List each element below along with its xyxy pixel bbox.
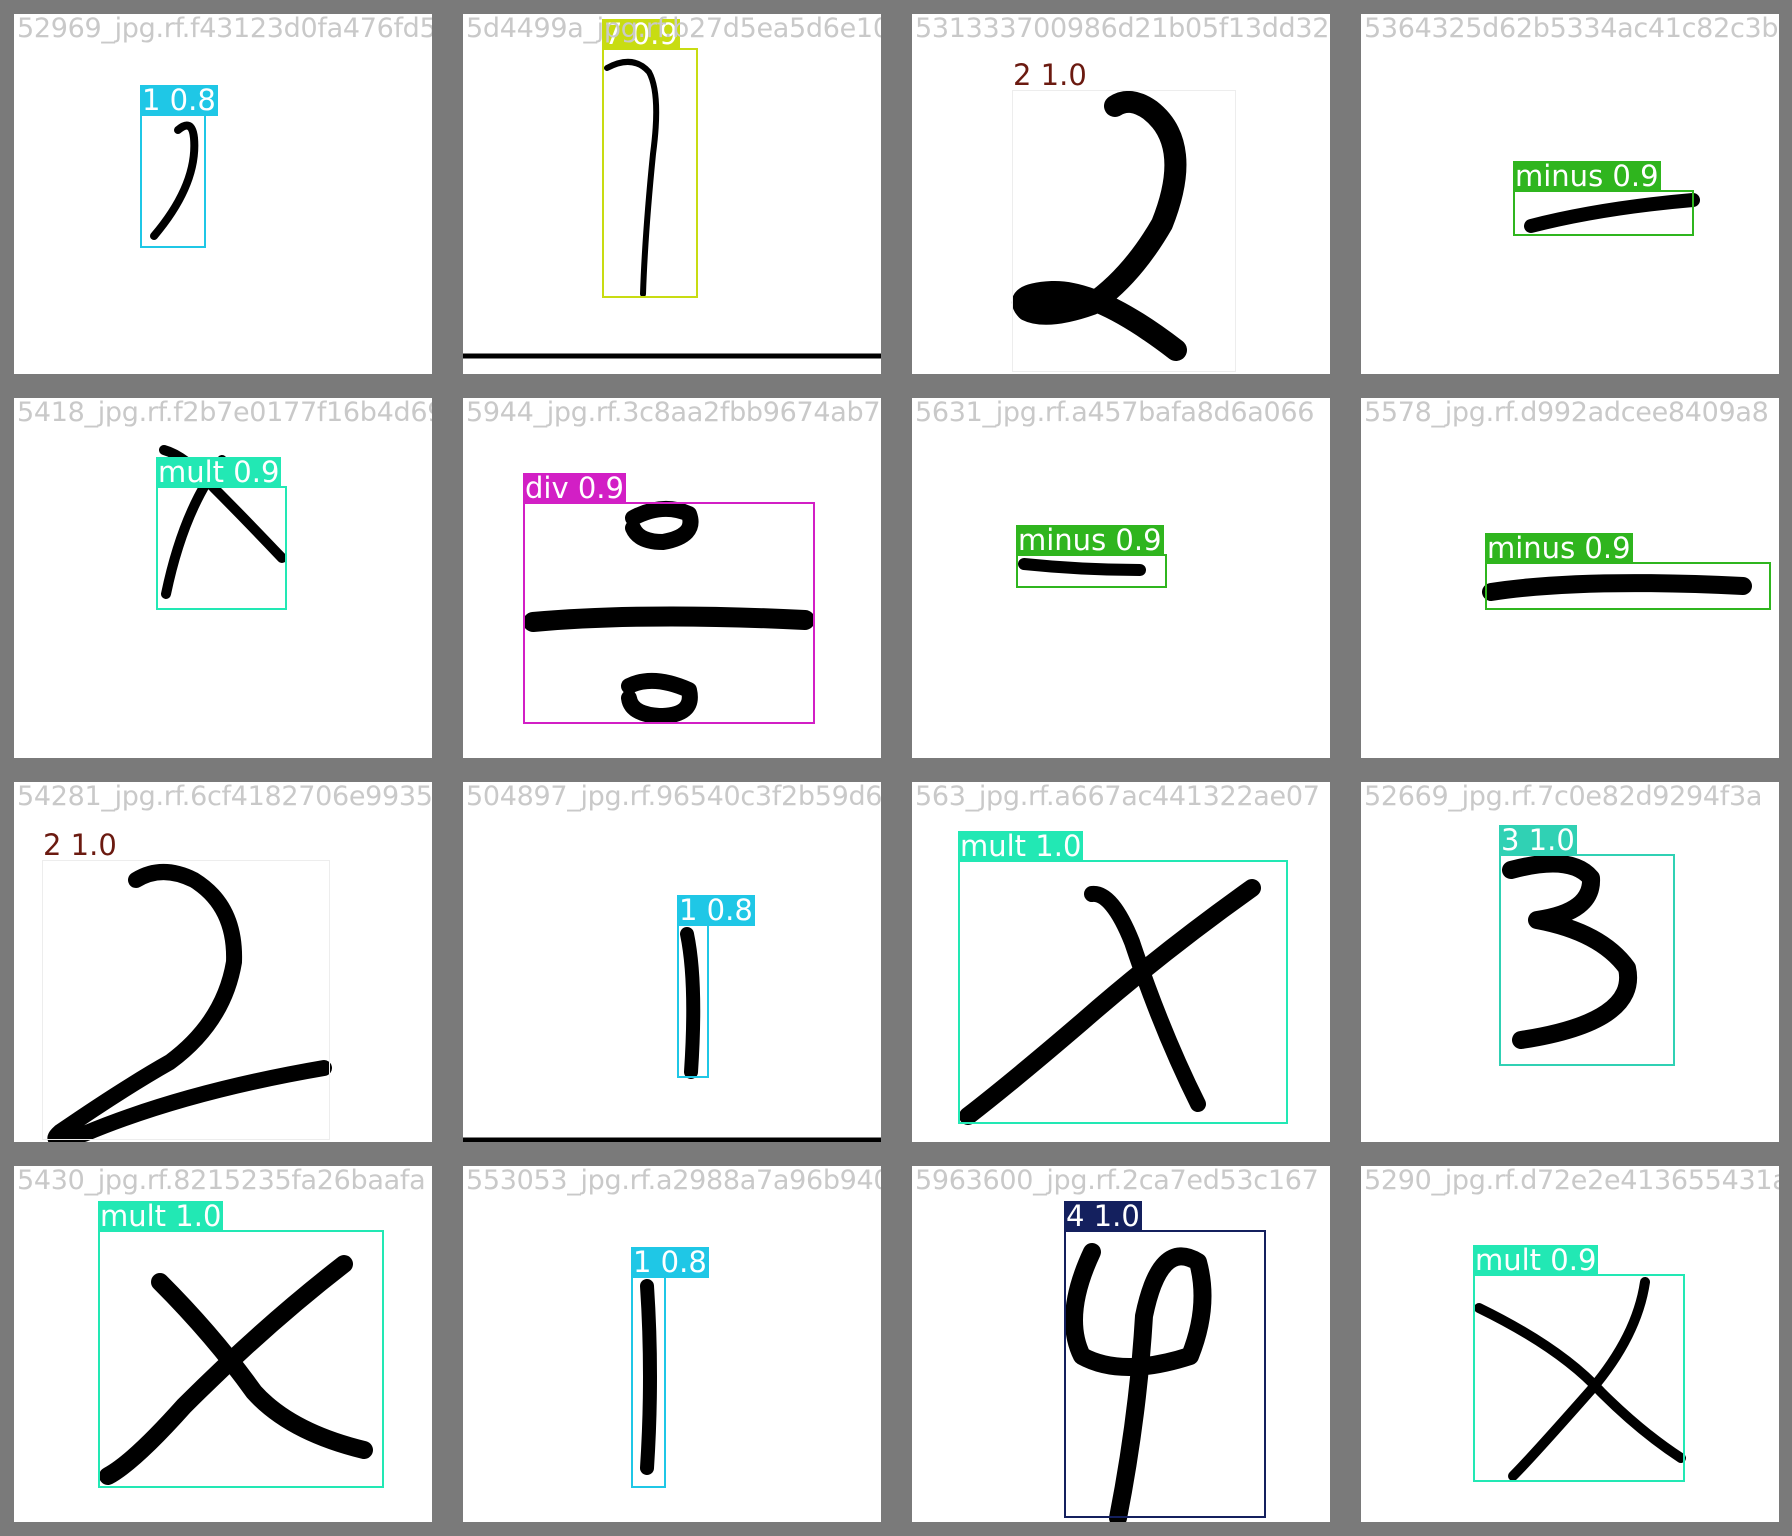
grid-tile: 5944_jpg.rf.3c8aa2fbb9674ab7563 div 0.9 [463,398,881,758]
detection-label: minus 0.9 [1016,523,1164,557]
detection-box: mult 1.0 [958,831,1288,1124]
grid-tile: 54281_jpg.rf.6cf4182706e9935 2 1.0 [14,782,432,1142]
detection-box: mult 0.9 [1473,1245,1685,1482]
detection-label: mult 1.0 [958,829,1084,863]
detection-label: 4 1.0 [1064,1199,1142,1233]
detection-box: 2 1.0 [1012,60,1236,372]
detection-label: mult 0.9 [156,455,282,489]
grid-tile: 5430_jpg.rf.8215235fa26baafa mult 1.0 [14,1166,432,1522]
grid-tile: 553053_jpg.rf.a2988a7a96b940 1 0.8 [463,1166,881,1522]
tile-filename: 52669_jpg.rf.7c0e82d9294f3a [1364,782,1763,812]
grid-tile: 531333700986d21b05f13dd329c34 2 1.0 [912,14,1330,374]
handwritten-digit-1 [150,121,199,240]
detection-label: 2 1.0 [1013,58,1087,92]
detection-label: div 0.9 [523,471,626,505]
handwritten-digit-1 [463,927,881,1142]
tile-filename: 553053_jpg.rf.a2988a7a96b940 [466,1166,881,1196]
tile-filename: 5963600_jpg.rf.2ca7ed53c167 [915,1166,1319,1196]
tile-filename: 52969_jpg.rf.f43123d0fa476fd5b4998 [17,14,432,44]
detection-box: 2 1.0 [42,830,330,1140]
tile-filename: 5418_jpg.rf.f2b7e0177f16b4d69944 [17,398,432,428]
tile-filename: 5944_jpg.rf.3c8aa2fbb9674ab7563 [466,398,881,428]
detection-label: 1 0.8 [631,1245,709,1279]
tile-filename: 5d4499a_jpg.rf.b27d5ea5d6e10bf5c633c [466,14,881,44]
grid-tile: 5631_jpg.rf.a457bafa8d6a066 minus 0.9 [912,398,1330,758]
detection-label: 1 0.8 [677,893,755,927]
tile-filename: 5631_jpg.rf.a457bafa8d6a066 [915,398,1315,428]
handwritten-digit-1 [640,1279,657,1475]
detection-box: minus 0.9 [1485,533,1771,610]
tile-filename: 54281_jpg.rf.6cf4182706e9935 [17,782,432,812]
detection-box: 4 1.0 [1064,1201,1266,1518]
grid-tile: 5418_jpg.rf.f2b7e0177f16b4d69944 mult 0.… [14,398,432,758]
detection-label: 2 1.0 [43,828,117,862]
grid-tile: 5578_jpg.rf.d992adcee8409a8 minus 0.9 [1361,398,1779,758]
detection-label: mult 0.9 [1473,1243,1599,1277]
detection-box: 7 0.9 [602,19,698,298]
tile-filename: 563_jpg.rf.a667ac441322ae07 [915,782,1320,812]
detection-box: minus 0.9 [1513,161,1694,236]
detection-box: 1 0.8 [631,1247,709,1488]
tile-filename: 5364325d62b5334ac41c82c3b [1364,14,1779,44]
detection-box: minus 0.9 [1016,525,1167,588]
grid-tile: 52669_jpg.rf.7c0e82d9294f3a 3 1.0 [1361,782,1779,1142]
detection-box: mult 0.9 [156,457,287,610]
detection-label: minus 0.9 [1513,159,1661,193]
detection-label: minus 0.9 [1485,531,1633,565]
grid-tile: 504897_jpg.rf.96540c3f2b59d6f6 1 0.8 [463,782,881,1142]
grid-tile: 563_jpg.rf.a667ac441322ae07 mult 1.0 [912,782,1330,1142]
detection-box: mult 1.0 [98,1201,384,1488]
grid-tile: 52969_jpg.rf.f43123d0fa476fd5b4998 1 0.8 [14,14,432,374]
detection-label: 1 0.8 [140,83,218,117]
detection-box: 3 1.0 [1499,825,1675,1066]
detection-box: 1 0.8 [677,895,755,1078]
detection-label: mult 1.0 [98,1199,224,1233]
detection-label: 3 1.0 [1499,823,1577,857]
grid-tile: 5364325d62b5334ac41c82c3b minus 0.9 [1361,14,1779,374]
tile-filename: 5578_jpg.rf.d992adcee8409a8 [1364,398,1769,428]
tile-filename: 5290_jpg.rf.d72e2e413655431a [1364,1166,1779,1196]
detection-box: div 0.9 [523,473,815,724]
tile-filename: 531333700986d21b05f13dd329c34 [915,14,1330,44]
grid-tile: 5290_jpg.rf.d72e2e413655431a mult 0.9 [1361,1166,1779,1522]
grid-tile: 5d4499a_jpg.rf.b27d5ea5d6e10bf5c633c 7 0… [463,14,881,374]
tile-filename: 5430_jpg.rf.8215235fa26baafa [17,1166,426,1196]
tile-filename: 504897_jpg.rf.96540c3f2b59d6f6 [466,782,881,812]
detection-box: 1 0.8 [140,85,218,248]
grid-tile: 5963600_jpg.rf.2ca7ed53c167 4 1.0 [912,1166,1330,1522]
